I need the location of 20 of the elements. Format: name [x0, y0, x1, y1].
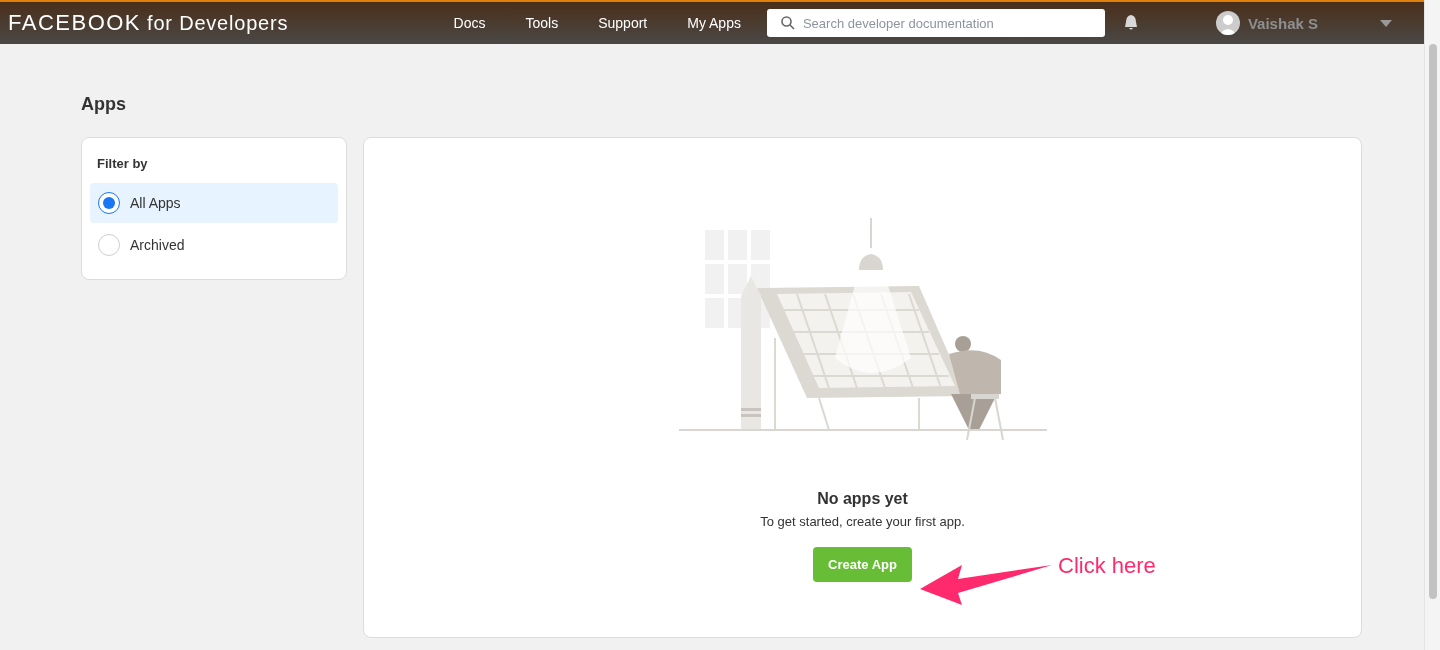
nav-link[interactable]: Support	[598, 15, 648, 31]
filter-option-label: All Apps	[130, 195, 181, 211]
filter-option[interactable]: All Apps	[90, 183, 338, 223]
search-field[interactable]: Search developer documentation	[766, 9, 1105, 37]
empty-state-subtitle: To get started, create your first app.	[760, 514, 965, 529]
nav-link[interactable]: My Apps	[687, 15, 741, 31]
scrollbar[interactable]	[1424, 0, 1440, 650]
annotation-text: Click here	[1058, 553, 1156, 579]
logo-suffix[interactable]: for Developers	[147, 12, 289, 35]
nav-link[interactable]: Docs	[453, 15, 486, 31]
caret-icon[interactable]	[1380, 19, 1392, 27]
user-avatar[interactable]	[1215, 11, 1240, 35]
filter-title: Filter by	[97, 156, 149, 171]
filter-option[interactable]: Archived	[90, 225, 338, 265]
filter-option-label: Archived	[130, 237, 185, 253]
empty-state-title: No apps yet	[817, 490, 908, 508]
page-title: Apps	[81, 94, 127, 115]
radio-button[interactable]	[98, 192, 120, 214]
nav-link[interactable]: Tools	[525, 15, 559, 31]
logo-brand[interactable]: FACEBOOK	[8, 10, 142, 36]
